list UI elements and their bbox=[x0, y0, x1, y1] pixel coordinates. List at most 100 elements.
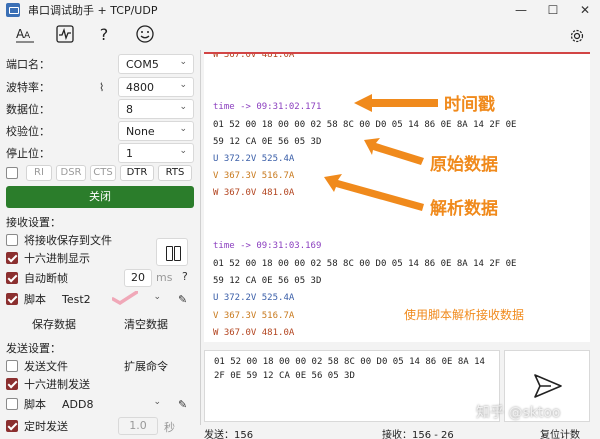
watermark: 知乎 @sktoo bbox=[476, 405, 561, 421]
send-script-value: ADD8 bbox=[62, 397, 94, 411]
signal-checkbox[interactable] bbox=[6, 167, 18, 179]
hex-display-checkbox[interactable] bbox=[6, 252, 18, 264]
port-row: 端口名： bbox=[6, 54, 50, 74]
raw-annotation: 原始数据 bbox=[430, 155, 498, 175]
receive-script-value: Test2 bbox=[62, 292, 91, 306]
send-settings-label: 发送设置： bbox=[6, 342, 61, 355]
rts-toggle[interactable]: RTS bbox=[158, 165, 192, 181]
send-icon bbox=[534, 374, 562, 398]
save-to-file-checkbox[interactable] bbox=[6, 234, 18, 246]
timestamp-annotation: 时间戳 bbox=[444, 95, 495, 115]
send-file-checkbox[interactable] bbox=[6, 360, 18, 372]
receive-timestamp: time -> 09:31:03.169 bbox=[213, 241, 322, 251]
port-value: COM5 bbox=[126, 57, 159, 71]
cts-indicator: CTS bbox=[90, 165, 116, 181]
window-title: 串口调试助手 + TCP/UDP bbox=[28, 4, 158, 17]
receive-script-row[interactable]: 脚本 bbox=[6, 289, 46, 309]
dtr-toggle[interactable]: DTR bbox=[120, 165, 154, 181]
hex-display-row[interactable]: 十六进制显示 bbox=[6, 248, 90, 268]
chevron-down-icon: ⌄ bbox=[179, 124, 187, 134]
panel-divider bbox=[200, 50, 201, 425]
gear-icon[interactable] bbox=[566, 28, 588, 50]
timed-send-row[interactable]: 定时发送 bbox=[6, 416, 68, 436]
frame-help-icon[interactable]: ? bbox=[182, 270, 188, 283]
receive-area[interactable]: W 367.0V 481.0A time -> 09:31:02.171 01 … bbox=[204, 52, 590, 342]
help-icon[interactable]: ? bbox=[93, 24, 115, 46]
auto-frame-checkbox[interactable] bbox=[6, 272, 18, 284]
receive-timestamp: time -> 09:31:02.171 bbox=[213, 102, 322, 112]
save-data-button[interactable]: 保存数据 bbox=[32, 316, 76, 332]
font-icon[interactable]: AA bbox=[14, 24, 36, 46]
baud-select[interactable]: 4800 ⌄ bbox=[118, 77, 194, 97]
reset-count-button[interactable]: 复位计数 bbox=[540, 426, 580, 439]
timestamp-arrow-icon bbox=[354, 94, 438, 112]
save-to-file-label: 将接收保存到文件 bbox=[24, 234, 112, 247]
receive-phase-v: V 367.3V 516.7A bbox=[213, 311, 295, 321]
databits-value: 8 bbox=[126, 102, 133, 116]
send-file-label: 发送文件 bbox=[24, 360, 68, 373]
ri-indicator: RI bbox=[26, 165, 52, 181]
databits-select[interactable]: 8 ⌄ bbox=[118, 99, 194, 119]
receive-settings-label: 接收设置： bbox=[6, 216, 61, 229]
hex-send-checkbox[interactable] bbox=[6, 378, 18, 390]
frame-ms-unit: ms bbox=[156, 271, 173, 284]
chevron-down-icon: ⌄ bbox=[153, 292, 161, 302]
minimize-button[interactable]: — bbox=[506, 0, 536, 20]
baud-label: 波特率： bbox=[6, 81, 50, 94]
stopbits-select[interactable]: 1 ⌄ bbox=[118, 143, 194, 163]
send-script-row[interactable]: 脚本 bbox=[6, 394, 46, 414]
edit-script-icon[interactable]: ✎ bbox=[178, 293, 187, 306]
pause-button[interactable] bbox=[156, 238, 188, 266]
auto-frame-label: 自动断帧 bbox=[24, 272, 68, 285]
sent-count: 发送：156 bbox=[204, 430, 254, 439]
receive-script-checkbox[interactable] bbox=[6, 293, 18, 305]
left-panel: 端口名： COM5 ⌄ 波特率： ⌇ 4800 ⌄ 数据位： 8 ⌄ 校验位： Non… bbox=[0, 50, 200, 439]
timed-unit-label: 秒 bbox=[164, 421, 175, 434]
receive-hex-line: 59 12 CA 0E 56 05 3D bbox=[213, 137, 322, 147]
edit-send-script-icon[interactable]: ✎ bbox=[178, 398, 187, 411]
dsr-indicator: DSR bbox=[56, 165, 86, 181]
raw-arrow-icon bbox=[364, 138, 424, 165]
close-window-button[interactable]: ✕ bbox=[570, 0, 600, 20]
stopbits-row: 停止位： bbox=[6, 143, 50, 163]
receive-script-select[interactable]: Test2 ⌄ bbox=[54, 289, 168, 309]
send-script-label: 脚本 bbox=[24, 398, 46, 411]
baud-value: 4800 bbox=[126, 80, 154, 94]
save-to-file-row[interactable]: 将接收保存到文件 bbox=[6, 230, 112, 250]
parity-label: 校验位： bbox=[6, 125, 50, 138]
receive-partial-line: W 367.0V 481.0A bbox=[213, 52, 295, 60]
auto-frame-row[interactable]: 自动断帧 bbox=[6, 268, 68, 288]
parity-select[interactable]: None ⌄ bbox=[118, 121, 194, 141]
parsed-arrow-icon bbox=[324, 174, 424, 211]
hex-send-label: 十六进制发送 bbox=[24, 378, 90, 391]
close-port-button[interactable]: 关闭 bbox=[6, 186, 194, 208]
receive-hex-line: 01 52 00 18 00 00 02 58 8C 00 D0 05 14 8… bbox=[213, 120, 517, 130]
send-script-select[interactable]: ADD8 ⌄ bbox=[54, 394, 168, 414]
hex-send-row[interactable]: 十六进制发送 bbox=[6, 374, 90, 394]
extend-command-button[interactable]: 扩展命令 bbox=[124, 358, 168, 374]
svg-text:A: A bbox=[24, 31, 31, 41]
send-input[interactable]: 01 52 00 18 00 00 02 58 8C 00 D0 05 14 8… bbox=[204, 350, 500, 422]
timed-interval-input[interactable]: 1.0 bbox=[118, 417, 158, 435]
chevron-down-icon: ⌄ bbox=[179, 80, 187, 90]
send-file-row[interactable]: 发送文件 bbox=[6, 356, 68, 376]
parity-value: None bbox=[126, 124, 155, 138]
port-select[interactable]: COM5 ⌄ bbox=[118, 54, 194, 74]
parsed-annotation: 解析数据 bbox=[430, 199, 498, 219]
receive-phase-v: V 367.3V 516.7A bbox=[213, 171, 295, 181]
receive-phase-w: W 367.0V 481.0A bbox=[213, 328, 295, 338]
waveform-icon[interactable] bbox=[54, 24, 76, 46]
clear-data-button[interactable]: 清空数据 bbox=[124, 316, 168, 332]
signal-icon: ⌇ bbox=[99, 81, 105, 94]
receive-phase-u: U 372.2V 525.4A bbox=[213, 154, 295, 164]
send-script-checkbox[interactable] bbox=[6, 398, 18, 410]
timed-send-checkbox[interactable] bbox=[6, 420, 18, 432]
maximize-button[interactable]: ☐ bbox=[538, 0, 568, 20]
app-icon bbox=[6, 3, 20, 17]
chevron-down-icon: ⌄ bbox=[153, 397, 161, 407]
smiley-icon[interactable] bbox=[134, 24, 156, 46]
frame-ms-input[interactable]: 20 bbox=[124, 269, 152, 287]
databits-row: 数据位： bbox=[6, 99, 50, 119]
port-label: 端口名： bbox=[6, 58, 50, 71]
receive-hex-line: 59 12 CA 0E 56 05 3D bbox=[213, 276, 322, 286]
